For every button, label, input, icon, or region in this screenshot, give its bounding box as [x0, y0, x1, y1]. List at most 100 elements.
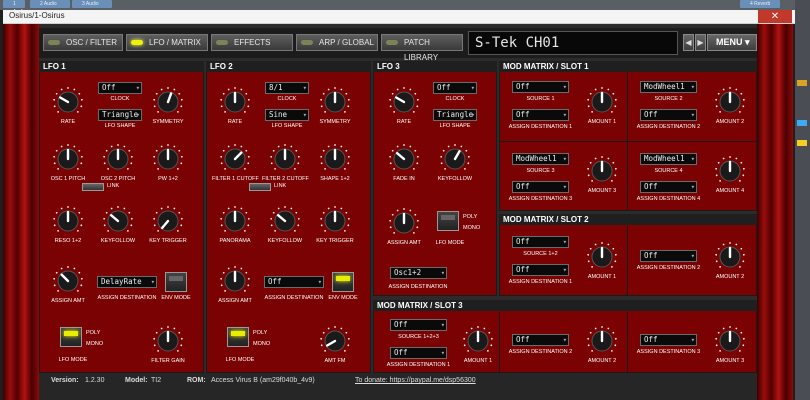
tab-osc-filter[interactable]: OSC / FILTER — [43, 34, 123, 51]
lfo2-keyfollow-knob[interactable] — [269, 205, 301, 237]
m1-source2-select[interactable]: ModWheel1 — [640, 81, 697, 93]
lfo1-rate-knob[interactable] — [52, 86, 84, 118]
m3-source-select[interactable]: Off — [390, 319, 447, 331]
lfo3-shape-select[interactable]: Triangle — [433, 109, 477, 121]
m2-amount1-knob[interactable] — [586, 241, 618, 273]
m1-dest1-select[interactable]: Off — [512, 109, 569, 121]
host-track-2[interactable]: 2 Audio — [30, 0, 70, 8]
lfo1-clock-select[interactable]: Off — [98, 82, 142, 94]
knob-tick — [240, 267, 243, 270]
lfo1-filter-gain-knob[interactable] — [152, 325, 184, 357]
close-icon[interactable]: ✕ — [758, 10, 792, 23]
tab-label: EFFECTS — [234, 38, 271, 47]
lfo1-osc2-pitch-knob[interactable] — [102, 143, 134, 175]
field-label: ASSIGN DESTINATION 1 — [386, 362, 451, 368]
lfo2-shape12-knob[interactable] — [319, 143, 351, 175]
lfo2-assign-destination-select[interactable]: Off — [264, 276, 324, 288]
m3-amount2-knob[interactable] — [586, 325, 618, 357]
lfo2-amt-fm-knob[interactable] — [319, 325, 351, 357]
knob-tick — [735, 157, 738, 160]
m3-dest1-select[interactable]: Off — [390, 347, 447, 359]
m3-dest3-select[interactable]: Off — [640, 334, 697, 346]
knob-tick — [103, 155, 106, 158]
host-clip[interactable] — [797, 140, 807, 146]
prev-patch-button[interactable]: ◀ — [683, 34, 694, 51]
knob-tick — [130, 162, 133, 165]
lfo1-symmetry-knob[interactable] — [152, 86, 184, 118]
m1-dest3-select[interactable]: Off — [512, 181, 569, 193]
knob-tick — [157, 349, 160, 352]
m2-dest1-select[interactable]: Off — [512, 264, 569, 276]
knob-tick — [715, 253, 718, 256]
lfo2-clock-select[interactable]: 8/1 — [265, 82, 309, 94]
lfo1-pw-knob[interactable] — [152, 143, 184, 175]
m2-dest2-select[interactable]: Off — [640, 250, 697, 262]
knob-tick — [153, 105, 156, 108]
host-track-3[interactable]: 3 Audio — [72, 0, 112, 8]
knob-tick — [240, 145, 243, 148]
knob-label: RATE — [227, 119, 243, 125]
m1-amount2-knob[interactable] — [714, 86, 746, 118]
m1-source4-select[interactable]: ModWheel1 — [640, 153, 697, 165]
m1-amount1-knob[interactable] — [586, 86, 618, 118]
lfo1-osc1-pitch-knob[interactable] — [52, 143, 84, 175]
knob-icon — [103, 144, 133, 170]
tab-arp-global[interactable]: ARP / GLOBAL — [296, 34, 378, 51]
host-clip[interactable] — [797, 120, 807, 126]
lfo2-symmetry-knob[interactable] — [319, 86, 351, 118]
lfo1-env-mode-button[interactable] — [165, 272, 187, 292]
m1-source1-select[interactable]: Off — [512, 81, 569, 93]
m1-source3-select[interactable]: ModWheel1 — [512, 153, 569, 165]
knob-tick — [612, 161, 615, 164]
lfo2-cutoff1-knob[interactable] — [219, 143, 251, 175]
lfo2-mode-button[interactable] — [227, 327, 249, 347]
lfo3-assign-amt-knob[interactable] — [388, 207, 420, 239]
donate-link[interactable]: To donate: https://paypal.me/dsp56300 — [355, 377, 476, 384]
lfo2-env-mode-button[interactable] — [332, 272, 354, 292]
knob-tick — [345, 92, 348, 95]
m3-amount1-knob[interactable] — [462, 325, 494, 357]
lfo3-clock-select[interactable]: Off — [433, 82, 477, 94]
lfo2-cutoff2-knob[interactable] — [269, 143, 301, 175]
menu-button[interactable]: MENU ▾ — [707, 34, 757, 51]
m1-dest2-select[interactable]: Off — [640, 109, 697, 121]
lfo2-key-trigger-knob[interactable] — [319, 205, 351, 237]
next-patch-button[interactable]: ▶ — [695, 34, 706, 51]
m2-source-select[interactable]: Off — [512, 236, 569, 248]
host-clip[interactable] — [797, 80, 807, 86]
lfo2-assign-amt-knob[interactable] — [219, 265, 251, 297]
lfo1-mode-button[interactable] — [60, 327, 82, 347]
tab-effects[interactable]: EFFECTS — [211, 34, 293, 51]
field-label: CLOCK — [110, 96, 130, 102]
lfo2-link-button[interactable] — [249, 183, 271, 191]
host-track-1[interactable]: 1 Audio — [3, 0, 26, 15]
host-track-strip: 1 Audio 2 Audio 3 Audio 4 Reverb — [0, 0, 810, 15]
lfo1-assign-amt-knob[interactable] — [52, 265, 84, 297]
patch-name-display[interactable]: S-Tek CH01 — [468, 31, 678, 55]
lfo3-mode-button[interactable] — [437, 211, 459, 231]
lfo1-link-button[interactable] — [82, 183, 104, 191]
lfo3-fade-in-knob[interactable] — [388, 143, 420, 175]
lfo3-assign-destination-select[interactable]: Osc1+2 — [390, 267, 447, 279]
m3-amount3-knob[interactable] — [714, 325, 746, 357]
lfo1-keyfollow-knob[interactable] — [102, 205, 134, 237]
lfo1-shape-select[interactable]: Triangle — [98, 109, 142, 121]
lfo1-reso-knob[interactable] — [52, 205, 84, 237]
lfo3-keyfollow-knob[interactable] — [439, 143, 471, 175]
lfo2-rate-knob[interactable] — [219, 86, 251, 118]
host-track-4[interactable]: 4 Reverb — [740, 0, 780, 8]
m2-amount2-knob[interactable] — [714, 241, 746, 273]
m3-dest2-select[interactable]: Off — [512, 334, 569, 346]
lfo1-assign-destination-select[interactable]: DelayRate — [97, 276, 157, 288]
m1-dest4-select[interactable]: Off — [640, 181, 697, 193]
knob-tick — [589, 161, 592, 164]
m1-amount4-knob[interactable] — [714, 155, 746, 187]
lfo1-key-trigger-knob[interactable] — [152, 205, 184, 237]
lfo3-rate-knob[interactable] — [388, 86, 420, 118]
lfo2-panorama-knob[interactable] — [219, 205, 251, 237]
lfo2-shape-select[interactable]: Sine — [265, 109, 309, 121]
tab-lfo-matrix[interactable]: LFO / MATRIX — [126, 34, 208, 51]
tab-patch-library[interactable]: PATCH LIBRARY — [381, 34, 463, 62]
knob-tick — [284, 144, 286, 146]
m1-amount3-knob[interactable] — [586, 155, 618, 187]
